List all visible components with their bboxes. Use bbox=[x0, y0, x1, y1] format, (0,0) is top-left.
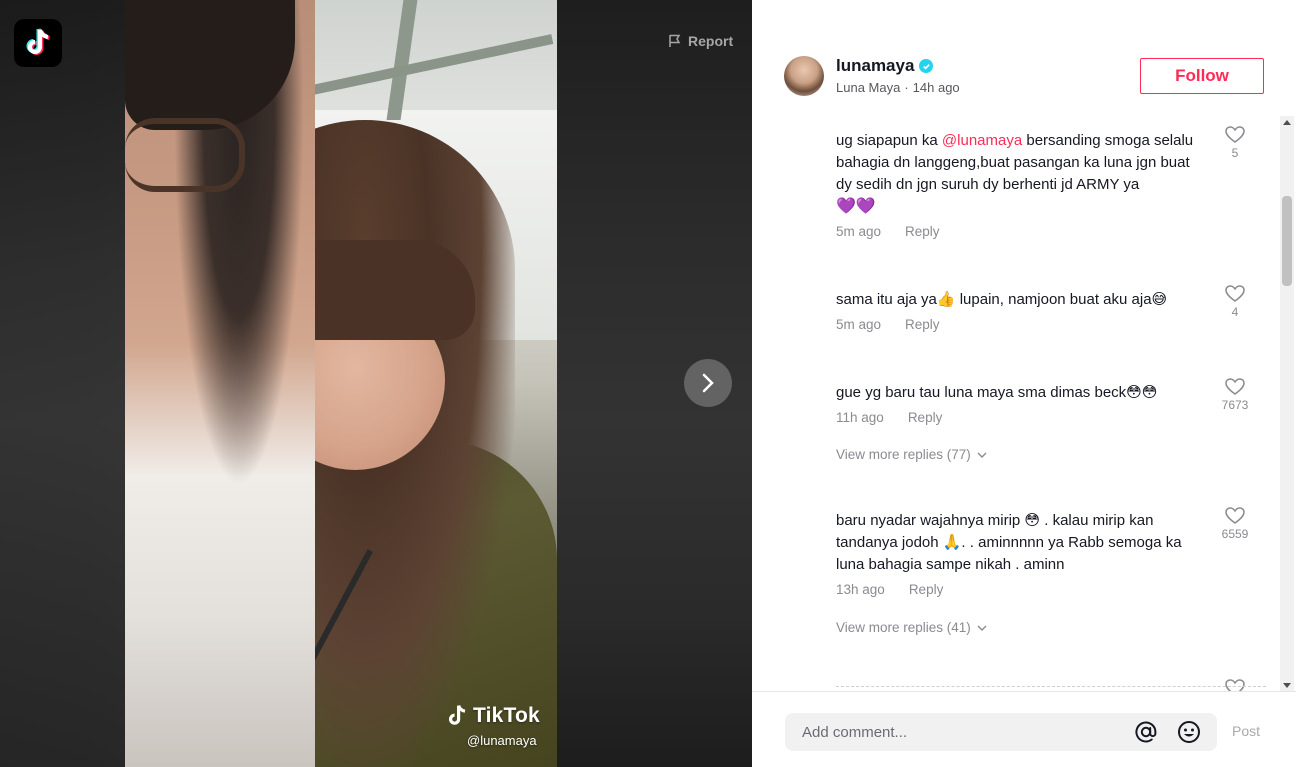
composer-divider bbox=[752, 691, 1296, 692]
scrollbar-thumb[interactable] bbox=[1282, 196, 1292, 286]
post-time: 14h ago bbox=[912, 80, 960, 95]
view-more-replies[interactable]: View more replies (41) bbox=[836, 620, 987, 635]
comment-text: gue yg baru tau luna maya sma dimas beck… bbox=[836, 384, 1158, 401]
tiktok-watermark: TikTok @lunamaya bbox=[445, 703, 555, 748]
mention-link[interactable]: @lunamaya bbox=[942, 132, 1022, 149]
comment-text: sama itu aja ya👍 lupain, namjoon buat ak… bbox=[836, 291, 1168, 308]
comment-time: 13h ago bbox=[836, 582, 885, 597]
comments-scrollbar[interactable] bbox=[1280, 116, 1294, 691]
purple-heart-emoji: 💜💜 bbox=[836, 198, 876, 215]
comment-item: sama itu aja ya👍 lupain, namjoon buat ak… bbox=[836, 289, 1266, 332]
author-meta: Luna Maya · 14h ago bbox=[836, 80, 960, 95]
comment-time: 11h ago bbox=[836, 410, 884, 425]
view-more-replies[interactable]: View more replies (77) bbox=[836, 447, 987, 462]
at-sign-icon[interactable] bbox=[1134, 720, 1158, 744]
comment-like[interactable]: 6559 bbox=[1215, 507, 1255, 541]
watermark-username: @lunamaya bbox=[467, 733, 537, 748]
comment-time: 5m ago bbox=[836, 317, 882, 332]
follow-button[interactable]: Follow bbox=[1140, 58, 1264, 94]
comment-item: gue yg baru tau luna maya sma dimas beck… bbox=[836, 382, 1266, 425]
video-pane: Report TikTok @lunamaya bbox=[0, 0, 752, 767]
verified-badge-icon bbox=[919, 59, 934, 73]
heart-icon bbox=[1225, 507, 1245, 524]
avatar[interactable] bbox=[784, 56, 824, 96]
comment-like[interactable]: 7673 bbox=[1215, 378, 1255, 412]
comment-input[interactable] bbox=[802, 723, 1122, 741]
meta-separator: · bbox=[904, 80, 909, 95]
post-button[interactable]: Post bbox=[1232, 723, 1260, 739]
video-blur-left bbox=[0, 0, 125, 767]
comments-list[interactable]: ug siapapun ka @lunamaya bersanding smog… bbox=[752, 116, 1280, 691]
next-video-button[interactable] bbox=[684, 359, 732, 407]
chevron-right-icon bbox=[702, 373, 714, 393]
report-button[interactable]: Report bbox=[668, 31, 733, 51]
heart-icon bbox=[1225, 285, 1245, 302]
reply-button[interactable]: Reply bbox=[908, 410, 943, 425]
watermark-brand: TikTok bbox=[473, 704, 540, 727]
heart-icon bbox=[1225, 126, 1245, 143]
author-username[interactable]: lunamaya bbox=[836, 56, 934, 76]
comment-text: ug siapapun ka @lunamaya bersanding smog… bbox=[836, 132, 1194, 215]
tiktok-logo-icon[interactable] bbox=[14, 19, 62, 67]
reply-button[interactable]: Reply bbox=[909, 582, 944, 597]
heart-icon bbox=[1225, 378, 1245, 395]
flag-icon bbox=[669, 34, 681, 47]
report-label: Report bbox=[688, 33, 734, 49]
comment-like[interactable]: 4 bbox=[1215, 285, 1255, 319]
author-header: lunamaya Luna Maya · 14h ago Follow bbox=[784, 56, 1264, 98]
scroll-down-arrow-icon[interactable] bbox=[1280, 679, 1294, 691]
author-display-name: Luna Maya bbox=[836, 80, 901, 95]
scroll-up-arrow-icon[interactable] bbox=[1280, 116, 1294, 128]
comment-item: ug siapapun ka @lunamaya bersanding smog… bbox=[836, 130, 1266, 239]
comment-time: 5m ago bbox=[836, 224, 882, 239]
comment-text: baru nyadar wajahnya mirip 😳 . kalau mir… bbox=[836, 512, 1182, 573]
reply-button[interactable]: Reply bbox=[905, 224, 940, 239]
video-player[interactable] bbox=[125, 0, 557, 767]
chevron-down-icon bbox=[977, 452, 987, 458]
reply-button[interactable]: Reply bbox=[905, 317, 940, 332]
like-count: 5 bbox=[1231, 146, 1239, 160]
like-count: 4 bbox=[1231, 305, 1239, 319]
comment-like[interactable]: 5 bbox=[1215, 126, 1255, 160]
like-count: 7673 bbox=[1221, 398, 1249, 412]
chevron-down-icon bbox=[977, 625, 987, 631]
emoji-icon[interactable] bbox=[1177, 720, 1201, 744]
comment-item: baru nyadar wajahnya mirip 😳 . kalau mir… bbox=[836, 510, 1266, 597]
tiktok-note-icon bbox=[449, 705, 466, 725]
like-count: 6559 bbox=[1221, 527, 1249, 541]
comments-panel: lunamaya Luna Maya · 14h ago Follow ug s… bbox=[752, 0, 1296, 767]
